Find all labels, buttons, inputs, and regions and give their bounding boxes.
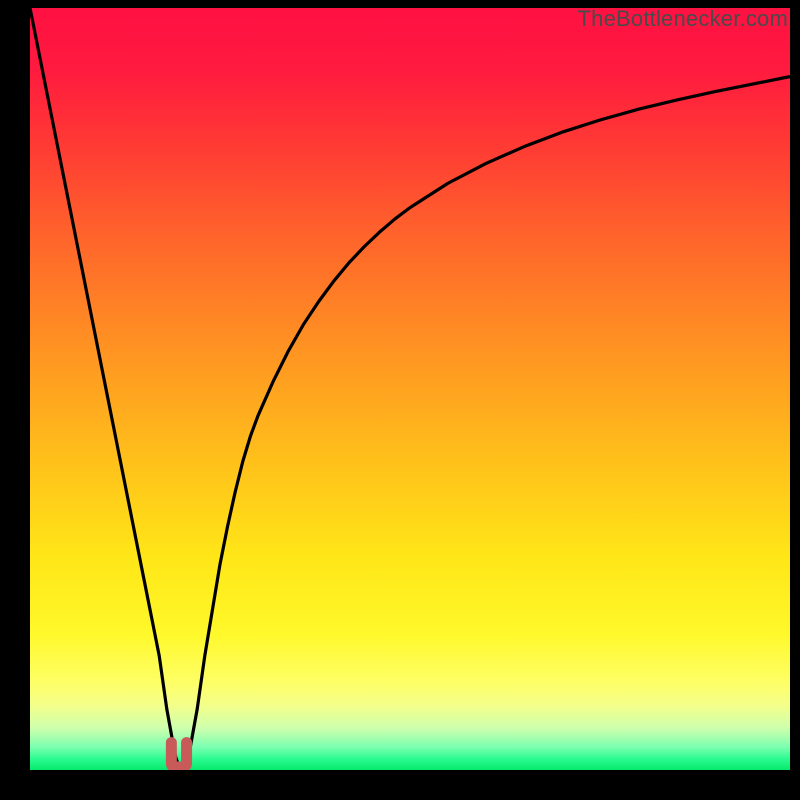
plot-area xyxy=(30,8,790,770)
minimum-marker xyxy=(171,743,186,767)
watermark-text: TheBottleneсker.com xyxy=(578,6,788,32)
chart-frame: TheBottleneсker.com xyxy=(0,0,800,800)
bottleneck-curve xyxy=(30,8,790,766)
curve-layer xyxy=(30,8,790,770)
